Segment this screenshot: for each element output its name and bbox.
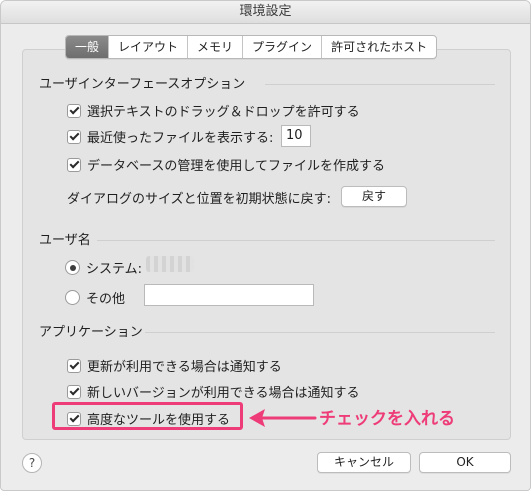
reset-button[interactable]: 戻す <box>341 186 407 207</box>
notify-updates-option[interactable]: 更新が利用できる場合は通知する <box>67 356 282 375</box>
system-label: システム: <box>86 262 142 277</box>
db-management-option[interactable]: データベースの管理を使用してファイルを作成する <box>67 155 385 174</box>
system-option[interactable]: システム: <box>65 258 142 277</box>
drag-drop-option[interactable]: 選択テキストのドラッグ＆ドロップを許可する <box>67 101 360 120</box>
section-divider <box>145 332 495 333</box>
recent-files-option[interactable]: 最近使ったファイルを表示する: <box>67 127 273 146</box>
annotation-text: チェックを入れる <box>319 409 455 429</box>
ok-button[interactable]: OK <box>419 452 511 473</box>
section-divider <box>265 84 495 85</box>
tab-allowed-hosts[interactable]: 許可されたホスト <box>321 36 436 58</box>
annotation-arrow-icon <box>249 409 317 427</box>
section-title-username: ユーザ名 <box>39 233 91 248</box>
other-label: その他 <box>86 292 126 307</box>
recent-files-label: 最近使ったファイルを表示する: <box>87 131 274 146</box>
tab-plugins[interactable]: プラグイン <box>242 36 321 58</box>
other-username-field[interactable] <box>144 284 314 306</box>
notify-versions-option[interactable]: 新しいバージョンが利用できる場合は通知する <box>67 382 359 401</box>
help-button[interactable]: ? <box>22 453 42 473</box>
recent-files-checkbox[interactable] <box>67 129 81 144</box>
db-management-label: データベースの管理を使用してファイルを作成する <box>87 159 385 174</box>
recent-files-count-field[interactable]: 10 <box>281 125 311 147</box>
other-radio[interactable] <box>65 290 80 305</box>
cancel-button[interactable]: キャンセル <box>317 452 411 473</box>
section-title-application: アプリケーション <box>39 325 143 340</box>
notify-updates-checkbox[interactable] <box>67 358 81 373</box>
tab-bar: 一般 レイアウト メモリ プラグイン 許可されたホスト <box>65 35 438 59</box>
window-title: 環境設定 <box>1 1 530 24</box>
notify-updates-label: 更新が利用できる場合は通知する <box>87 360 282 375</box>
other-option[interactable]: その他 <box>65 288 125 307</box>
section-title-ui-options: ユーザインターフェースオプション <box>39 77 246 92</box>
drag-drop-checkbox[interactable] <box>67 103 81 118</box>
tab-memory[interactable]: メモリ <box>187 36 242 58</box>
dialog-reset-row: ダイアログのサイズと位置を初期状態に戻す: <box>67 188 331 207</box>
preferences-window: 環境設定 一般 レイアウト メモリ プラグイン 許可されたホスト ユーザインター… <box>0 0 531 491</box>
notify-versions-checkbox[interactable] <box>67 384 81 399</box>
annotation-highlight-box <box>52 402 243 430</box>
db-management-checkbox[interactable] <box>67 157 81 172</box>
tab-general[interactable]: 一般 <box>66 36 109 58</box>
system-radio[interactable] <box>65 260 80 275</box>
tab-layout[interactable]: レイアウト <box>108 36 187 58</box>
dialog-reset-label: ダイアログのサイズと位置を初期状態に戻す: <box>67 192 331 207</box>
drag-drop-label: 選択テキストのドラッグ＆ドロップを許可する <box>87 105 360 120</box>
system-username-redacted <box>146 256 194 272</box>
section-divider <box>97 240 495 241</box>
notify-versions-label: 新しいバージョンが利用できる場合は通知する <box>87 386 360 401</box>
